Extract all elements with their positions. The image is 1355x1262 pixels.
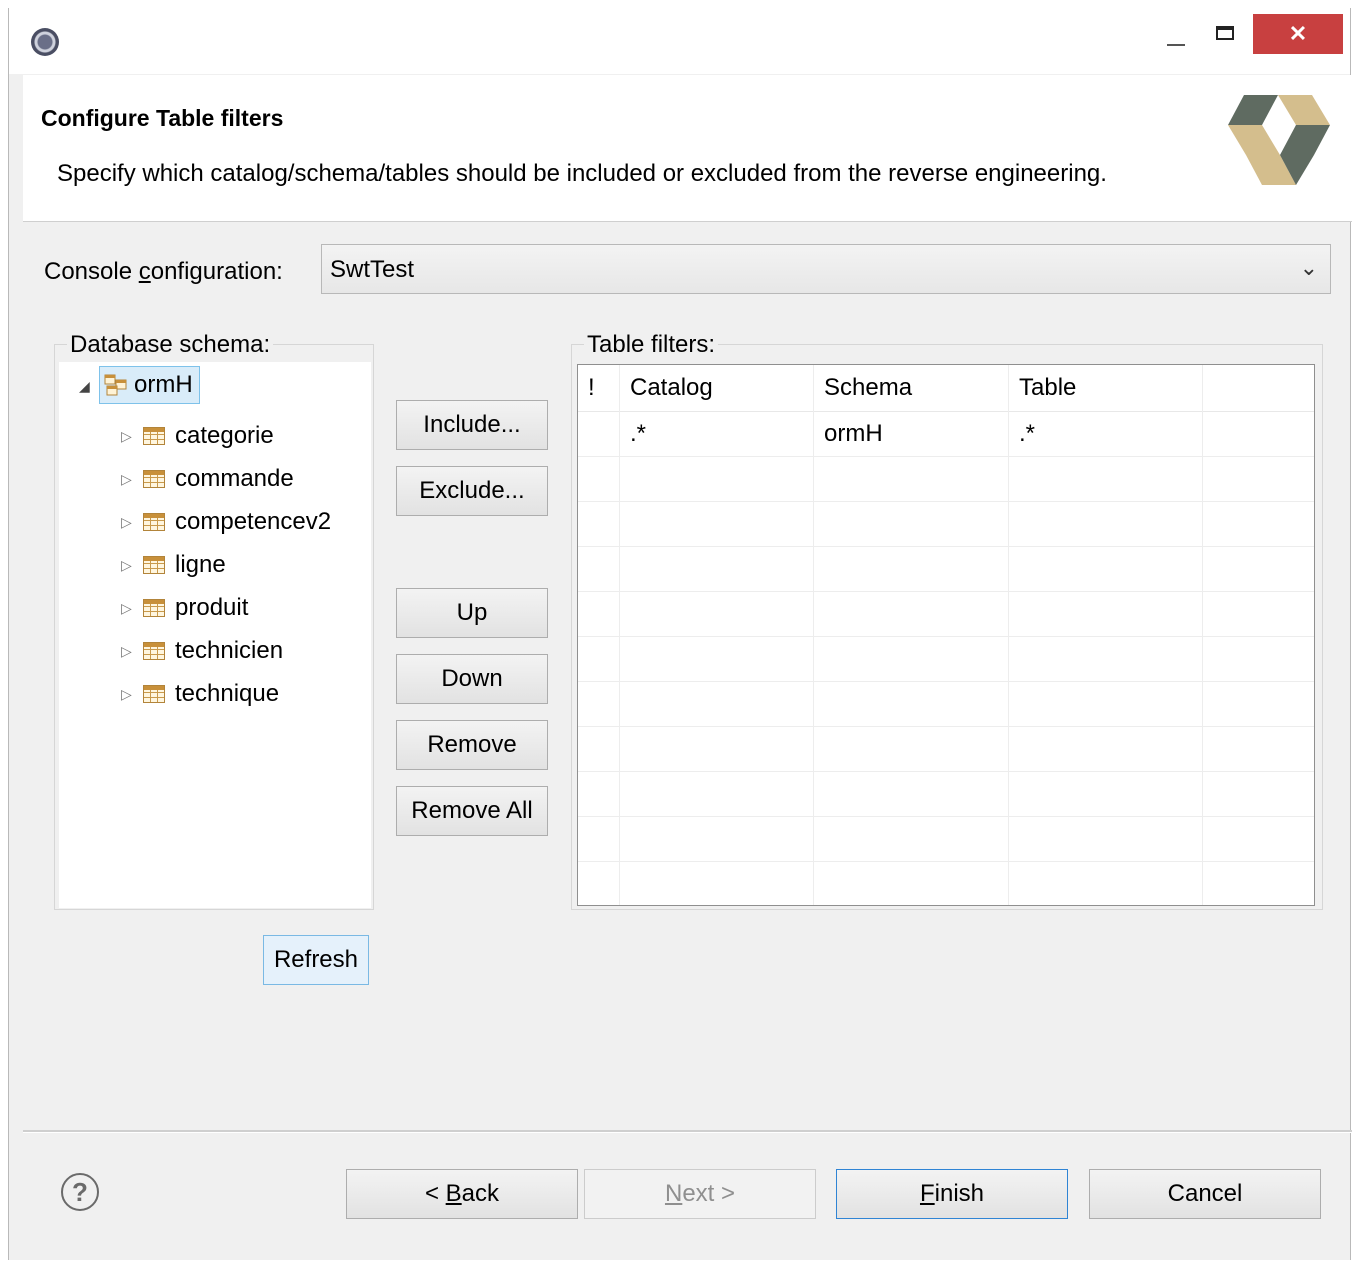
empty-row	[578, 546, 1314, 592]
remove-all-button[interactable]: Remove All	[396, 786, 548, 836]
collapsed-arrow-icon[interactable]: ▷	[121, 643, 143, 660]
table-icon	[143, 470, 165, 488]
database-schema-label: Database schema:	[67, 331, 274, 359]
refresh-button[interactable]: Refresh	[263, 935, 369, 985]
console-configuration-value: SwtTest	[330, 256, 415, 283]
tree-item-commande[interactable]: ▷ commande	[121, 461, 294, 497]
database-schema-tree[interactable]: ◢ ormH ▷ categorie ▷ commande ▷ competen…	[59, 362, 371, 908]
page-description: Specify which catalog/schema/tables shou…	[57, 160, 1107, 187]
column-header-table[interactable]: Table	[1009, 365, 1203, 411]
tree-item-technique[interactable]: ▷ technique	[121, 676, 279, 712]
empty-row	[578, 726, 1314, 772]
maximize-button[interactable]	[1205, 14, 1251, 54]
table-filters-label: Table filters:	[584, 331, 719, 359]
collapsed-arrow-icon[interactable]: ▷	[121, 686, 143, 703]
tree-item-label: produit	[175, 594, 249, 621]
empty-row	[578, 816, 1314, 862]
tree-item-label: technique	[175, 680, 280, 707]
next-button[interactable]: Next >	[584, 1169, 816, 1219]
tree-item-categorie[interactable]: ▷ categorie	[121, 418, 274, 454]
empty-row	[578, 636, 1314, 682]
tree-root-label: ormH	[134, 371, 193, 398]
include-button[interactable]: Include...	[396, 400, 548, 450]
empty-row	[578, 501, 1314, 547]
column-header-exclude[interactable]: !	[578, 365, 620, 411]
collapsed-arrow-icon[interactable]: ▷	[121, 514, 143, 531]
table-icon	[143, 556, 165, 574]
console-configuration-select[interactable]: SwtTest ⌄	[321, 244, 1331, 294]
cell-catalog: .*	[620, 411, 814, 456]
tree-item-competencev2[interactable]: ▷ competencev2	[121, 504, 331, 540]
tree-item-technicien[interactable]: ▷ technicien	[121, 633, 283, 669]
tree-root-ormh[interactable]: ormH	[99, 366, 200, 404]
table-icon	[143, 513, 165, 531]
table-icon	[143, 642, 165, 660]
empty-row	[578, 861, 1314, 905]
schema-icon	[104, 374, 127, 396]
column-header-catalog[interactable]: Catalog	[620, 365, 814, 411]
tree-item-ligne[interactable]: ▷ ligne	[121, 547, 226, 583]
collapsed-arrow-icon[interactable]: ▷	[121, 471, 143, 488]
cell-table: .*	[1009, 411, 1203, 456]
expanded-arrow-icon[interactable]: ◢	[79, 378, 90, 395]
exclude-button[interactable]: Exclude...	[396, 466, 548, 516]
empty-row	[578, 771, 1314, 817]
remove-button[interactable]: Remove	[396, 720, 548, 770]
tree-item-label: technicien	[175, 637, 284, 664]
table-header: ! Catalog Schema Table	[578, 365, 1314, 412]
console-configuration-label: Console configuration:	[44, 258, 283, 285]
empty-row	[578, 681, 1314, 727]
back-button[interactable]: < Back	[346, 1169, 578, 1219]
table-icon	[143, 685, 165, 703]
table-row[interactable]: .* ormH .*	[578, 411, 1314, 457]
empty-row	[578, 456, 1314, 502]
finish-button[interactable]: Finish	[836, 1169, 1068, 1219]
table-icon	[143, 599, 165, 617]
down-button[interactable]: Down	[396, 654, 548, 704]
tree-item-label: competencev2	[175, 508, 332, 535]
page-title: Configure Table filters	[41, 105, 284, 131]
cancel-button[interactable]: Cancel	[1089, 1169, 1321, 1219]
hibernate-logo-icon	[1228, 95, 1330, 185]
column-header-schema[interactable]: Schema	[814, 365, 1009, 411]
collapsed-arrow-icon[interactable]: ▷	[121, 557, 143, 574]
app-icon	[31, 28, 59, 56]
wizard-header: Configure Table filters Specify which ca…	[23, 75, 1352, 222]
empty-row	[578, 591, 1314, 637]
chevron-down-icon: ⌄	[1299, 255, 1318, 280]
tree-item-produit[interactable]: ▷ produit	[121, 590, 248, 626]
minimize-button[interactable]	[1151, 14, 1197, 54]
table-icon	[143, 427, 165, 445]
table-filters-table[interactable]: ! Catalog Schema Table .* ormH .*	[577, 364, 1315, 906]
cell-schema: ormH	[814, 411, 1009, 456]
collapsed-arrow-icon[interactable]: ▷	[121, 428, 143, 445]
cell-exclude	[578, 411, 620, 456]
wizard-window: ✕ Configure Table filters Specify which …	[8, 8, 1352, 1260]
tree-item-label: ligne	[175, 551, 226, 578]
footer-separator	[23, 1130, 1352, 1133]
help-icon[interactable]: ?	[61, 1173, 99, 1211]
tree-item-label: commande	[175, 465, 294, 492]
title-bar: ✕	[9, 8, 1350, 74]
up-button[interactable]: Up	[396, 588, 548, 638]
collapsed-arrow-icon[interactable]: ▷	[121, 600, 143, 617]
close-icon: ✕	[1288, 21, 1308, 46]
tree-item-label: categorie	[175, 422, 274, 449]
close-button[interactable]: ✕	[1253, 14, 1343, 54]
